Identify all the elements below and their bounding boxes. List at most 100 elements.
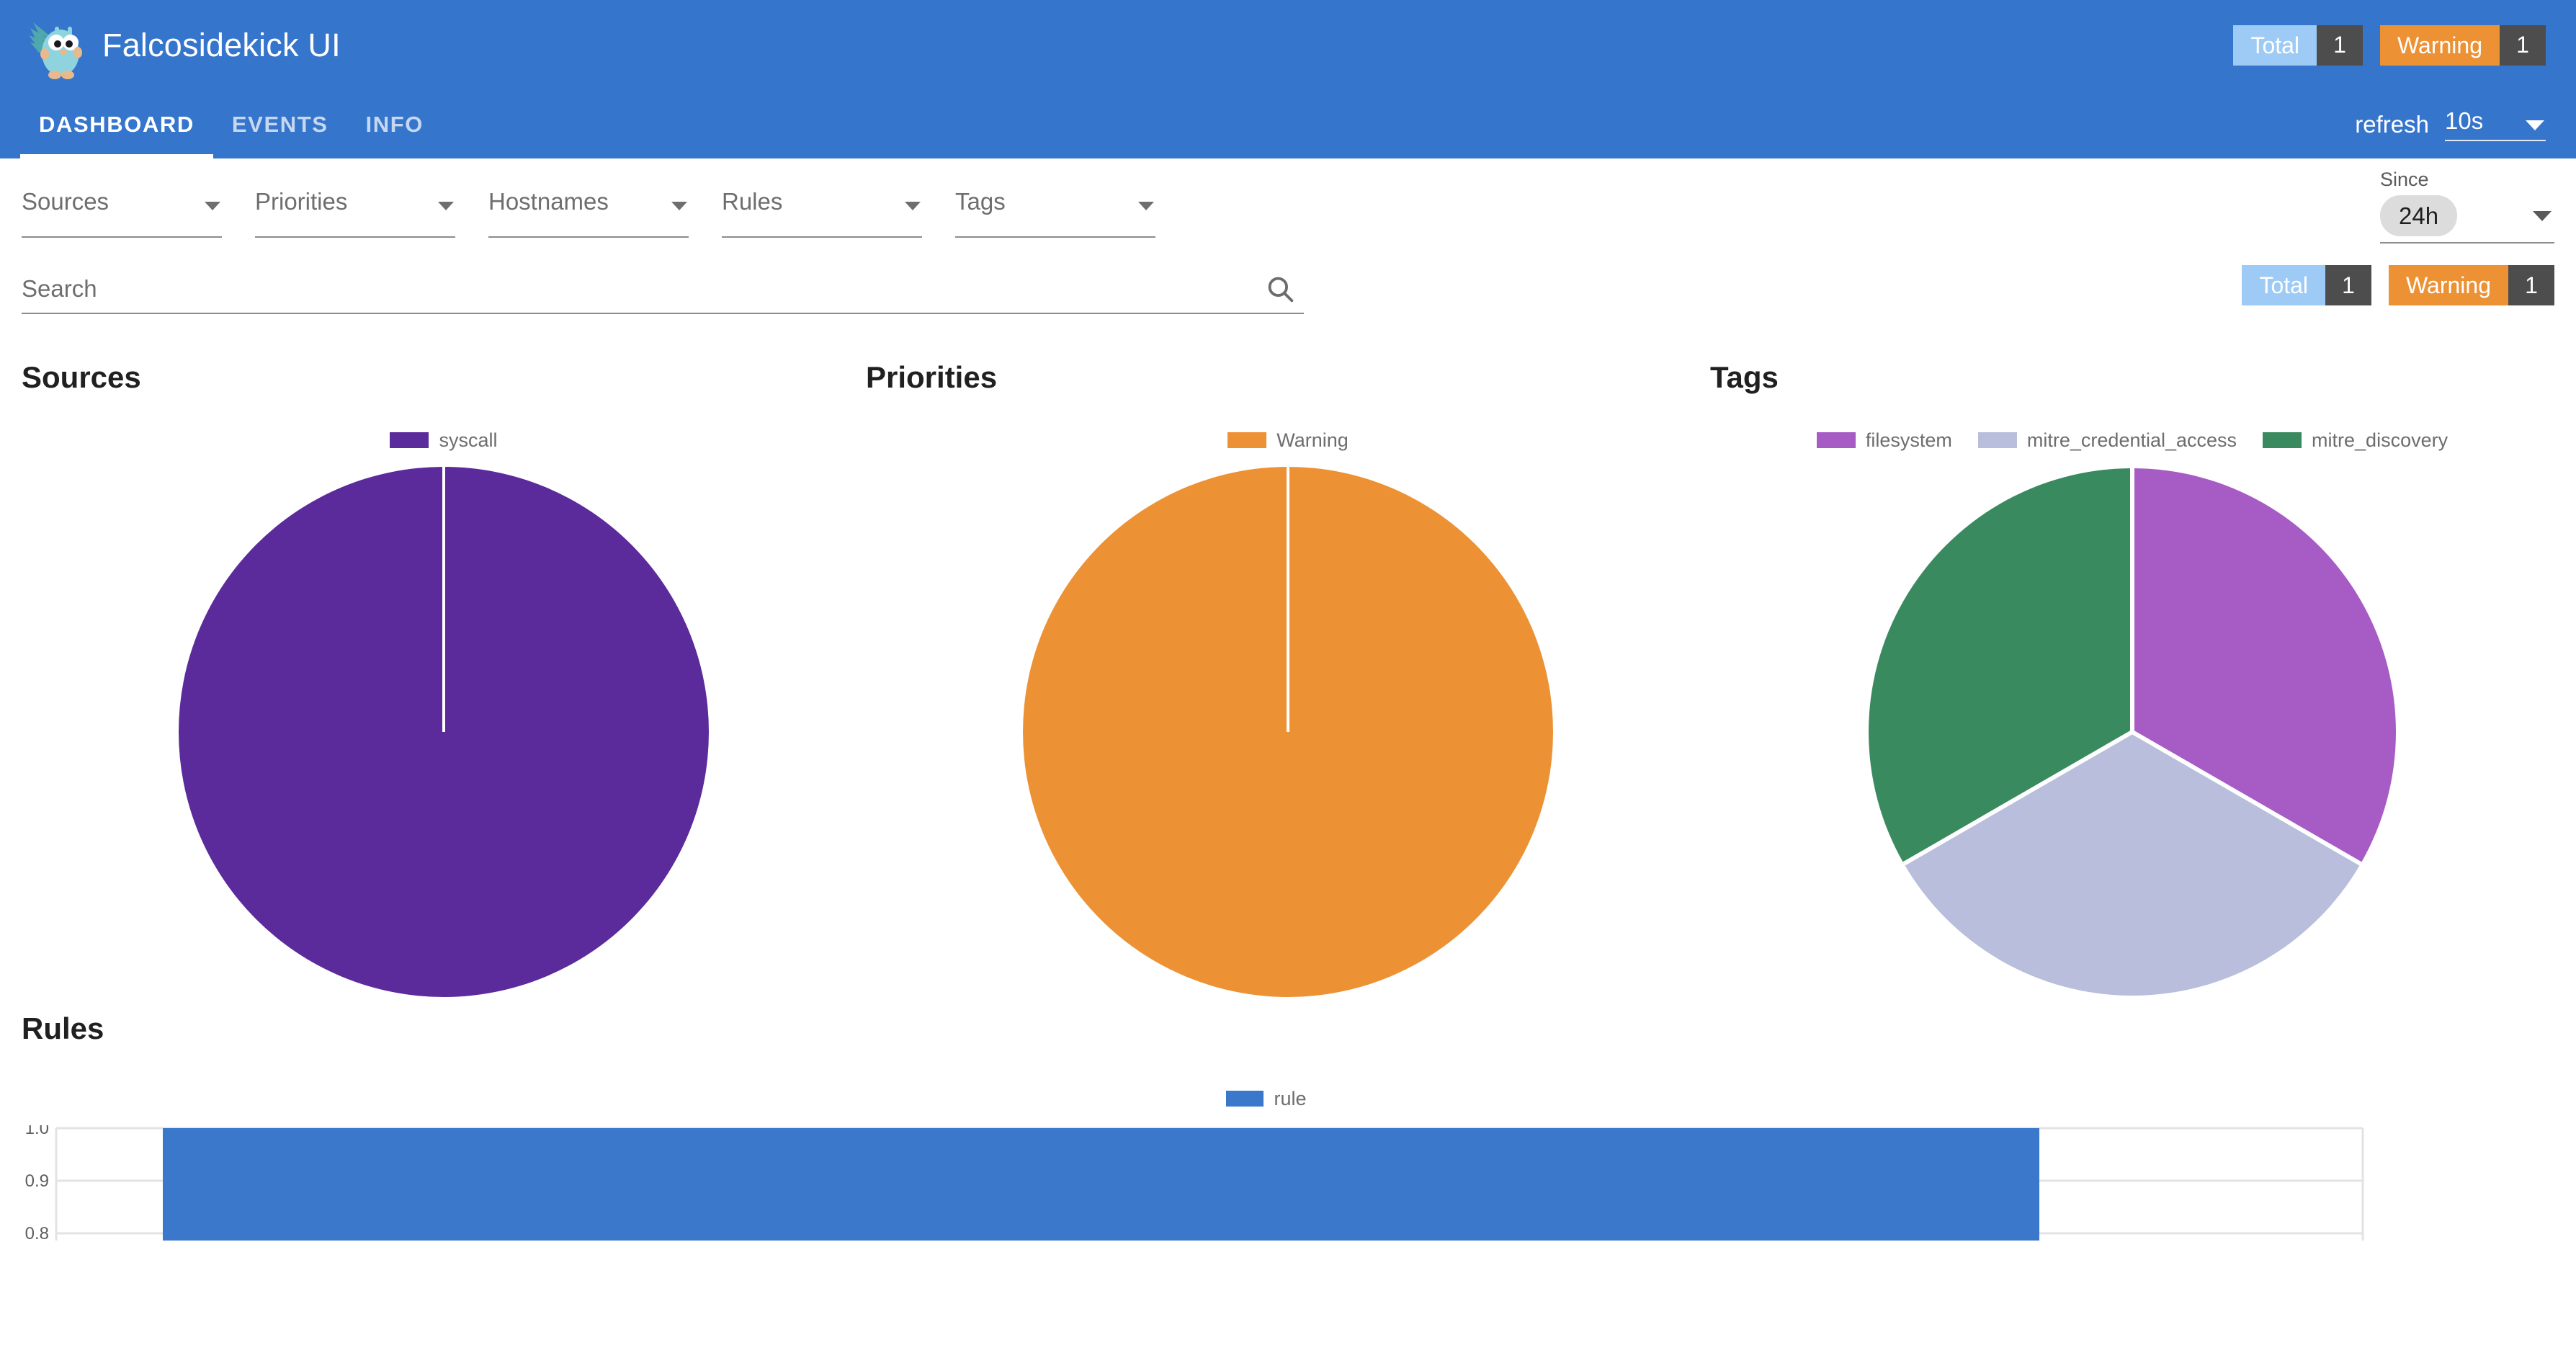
y-tick-label: 0.9	[25, 1171, 49, 1191]
chart-priorities-legend: Warning	[866, 428, 1710, 452]
filter-sources[interactable]: Sources	[22, 179, 222, 238]
since-label: Since	[2380, 169, 2429, 190]
brand: Falcosidekick UI	[26, 11, 341, 80]
pie-chart-sources[interactable]	[177, 465, 710, 998]
legend-swatch	[1227, 432, 1267, 448]
chart-priorities-title: Priorities	[866, 360, 998, 394]
legend-label: rule	[1274, 1087, 1307, 1109]
chart-sources-pie-wrap	[22, 465, 866, 998]
since-control: Since 24h	[2380, 169, 2554, 244]
chart-rules-plot: 1.0 0.9 0.8	[22, 1125, 2554, 1241]
legend-swatch	[1226, 1091, 1264, 1107]
app-header-top-row: Falcosidekick UI Total 1 Warning 1	[0, 0, 2576, 90]
legend-label: Warning	[1276, 429, 1349, 451]
legend-item[interactable]: Warning	[1227, 429, 1349, 452]
content-badge-group: Total 1 Warning 1	[2242, 265, 2554, 305]
search-icon[interactable]	[1265, 274, 1297, 305]
tab-info-label: INFO	[365, 111, 424, 137]
legend-label: syscall	[439, 429, 498, 451]
status-badge-warning-label: Warning	[2380, 24, 2500, 66]
status-badge-total-count: 1	[2317, 24, 2363, 66]
chart-priorities: Priorities Warning	[866, 360, 1710, 998]
chart-rules-title: Rules	[22, 1011, 104, 1045]
since-value-chip: 24h	[2380, 195, 2458, 237]
chart-tags: Tags filesystem mitre_credential_access …	[1710, 360, 2554, 998]
legend-item[interactable]: rule	[1226, 1087, 1307, 1110]
legend-label: mitre_discovery	[2312, 429, 2448, 451]
legend-swatch	[1977, 432, 2017, 448]
status-badge-warning[interactable]: Warning 1	[2380, 24, 2546, 66]
filter-hostnames-label: Hostnames	[488, 188, 609, 215]
status-badge-total[interactable]: Total 1	[2233, 24, 2363, 66]
legend-swatch	[1816, 432, 1856, 448]
filter-rules-label: Rules	[722, 188, 783, 215]
content-status-badge-total-label: Total	[2242, 265, 2326, 305]
y-tick-label: 1.0	[25, 1125, 49, 1138]
content-status-badge-total-count: 1	[2325, 265, 2372, 305]
legend-item[interactable]: filesystem	[1816, 429, 1952, 452]
search-row: Search Total 1 Warning 1	[0, 259, 2576, 339]
legend-item[interactable]: syscall	[390, 429, 498, 452]
app-header: Falcosidekick UI Total 1 Warning 1 DASHB…	[0, 0, 2576, 158]
chevron-down-icon	[2533, 211, 2552, 221]
pie-chart-tags[interactable]	[1866, 465, 2399, 998]
chevron-down-icon	[1138, 202, 1154, 210]
chart-tags-legend: filesystem mitre_credential_access mitre…	[1710, 428, 2554, 452]
refresh-interval-select[interactable]: 10s	[2445, 107, 2546, 141]
filter-sources-label: Sources	[22, 188, 109, 215]
chevron-down-icon	[2526, 120, 2544, 130]
legend-item[interactable]: mitre_discovery	[2263, 429, 2448, 452]
status-badge-total-label: Total	[2233, 24, 2317, 66]
tab-events[interactable]: EVENTS	[213, 90, 347, 158]
pie-chart-priorities[interactable]	[1021, 465, 1555, 998]
bar-rule[interactable]	[163, 1128, 2039, 1241]
gopher-logo-icon	[29, 22, 82, 79]
content-status-badge-warning-label: Warning	[2389, 265, 2508, 305]
filter-tags[interactable]: Tags	[955, 179, 1155, 238]
chart-priorities-pie-wrap	[866, 465, 1710, 998]
chart-rules-legend: rule	[22, 1088, 2511, 1109]
refresh-label: refresh	[2355, 110, 2429, 138]
chart-tags-title: Tags	[1710, 360, 1779, 394]
filter-tags-label: Tags	[955, 188, 1006, 215]
search-input-placeholder: Search	[22, 275, 97, 302]
legend-label: mitre_credential_access	[2026, 429, 2237, 451]
tab-dashboard-label: DASHBOARD	[39, 111, 194, 137]
legend-swatch	[2263, 432, 2302, 448]
app-header-tabs-row: DASHBOARD EVENTS INFO refresh 10s	[0, 90, 2576, 158]
chart-rules: Rules rule 1.0 0.9 0.8	[0, 1011, 2576, 1241]
tab-dashboard[interactable]: DASHBOARD	[20, 90, 213, 158]
legend-label: filesystem	[1865, 429, 1952, 451]
chevron-down-icon	[671, 202, 687, 210]
chart-sources-legend: syscall	[22, 428, 866, 452]
tab-events-label: EVENTS	[231, 111, 328, 137]
filter-hostnames[interactable]: Hostnames	[488, 179, 689, 238]
header-badge-group: Total 1 Warning 1	[2233, 24, 2546, 66]
filter-priorities[interactable]: Priorities	[255, 179, 455, 238]
tab-info[interactable]: INFO	[347, 90, 442, 158]
refresh-control: refresh 10s	[2355, 107, 2546, 141]
refresh-interval-value: 10s	[2445, 107, 2484, 134]
filter-rules[interactable]: Rules	[722, 179, 922, 238]
y-tick-label: 0.8	[25, 1224, 49, 1241]
chevron-down-icon	[905, 202, 921, 210]
chevron-down-icon	[205, 202, 220, 210]
search-input[interactable]: Search	[22, 259, 1304, 314]
pie-charts-row: Sources syscall Priorities Warning Tags …	[0, 360, 2576, 998]
chevron-down-icon	[438, 202, 454, 210]
content-status-badge-warning[interactable]: Warning 1	[2389, 265, 2554, 305]
content-status-badge-total[interactable]: Total 1	[2242, 265, 2372, 305]
chart-sources-title: Sources	[22, 360, 141, 394]
legend-item[interactable]: mitre_credential_access	[1977, 429, 2237, 452]
chart-sources: Sources syscall	[22, 360, 866, 998]
status-badge-warning-count: 1	[2500, 24, 2546, 66]
since-select[interactable]: 24h	[2380, 195, 2554, 244]
chart-tags-pie-wrap	[1710, 465, 2554, 998]
tab-bar: DASHBOARD EVENTS INFO	[20, 90, 442, 158]
filter-priorities-label: Priorities	[255, 188, 348, 215]
legend-swatch	[390, 432, 429, 448]
content-status-badge-warning-count: 1	[2508, 265, 2554, 305]
bar-chart-rules[interactable]: 1.0 0.9 0.8	[22, 1125, 2554, 1241]
app-title: Falcosidekick UI	[102, 26, 341, 63]
filter-bar: Sources Priorities Hostnames Rules Tags …	[0, 158, 2576, 259]
